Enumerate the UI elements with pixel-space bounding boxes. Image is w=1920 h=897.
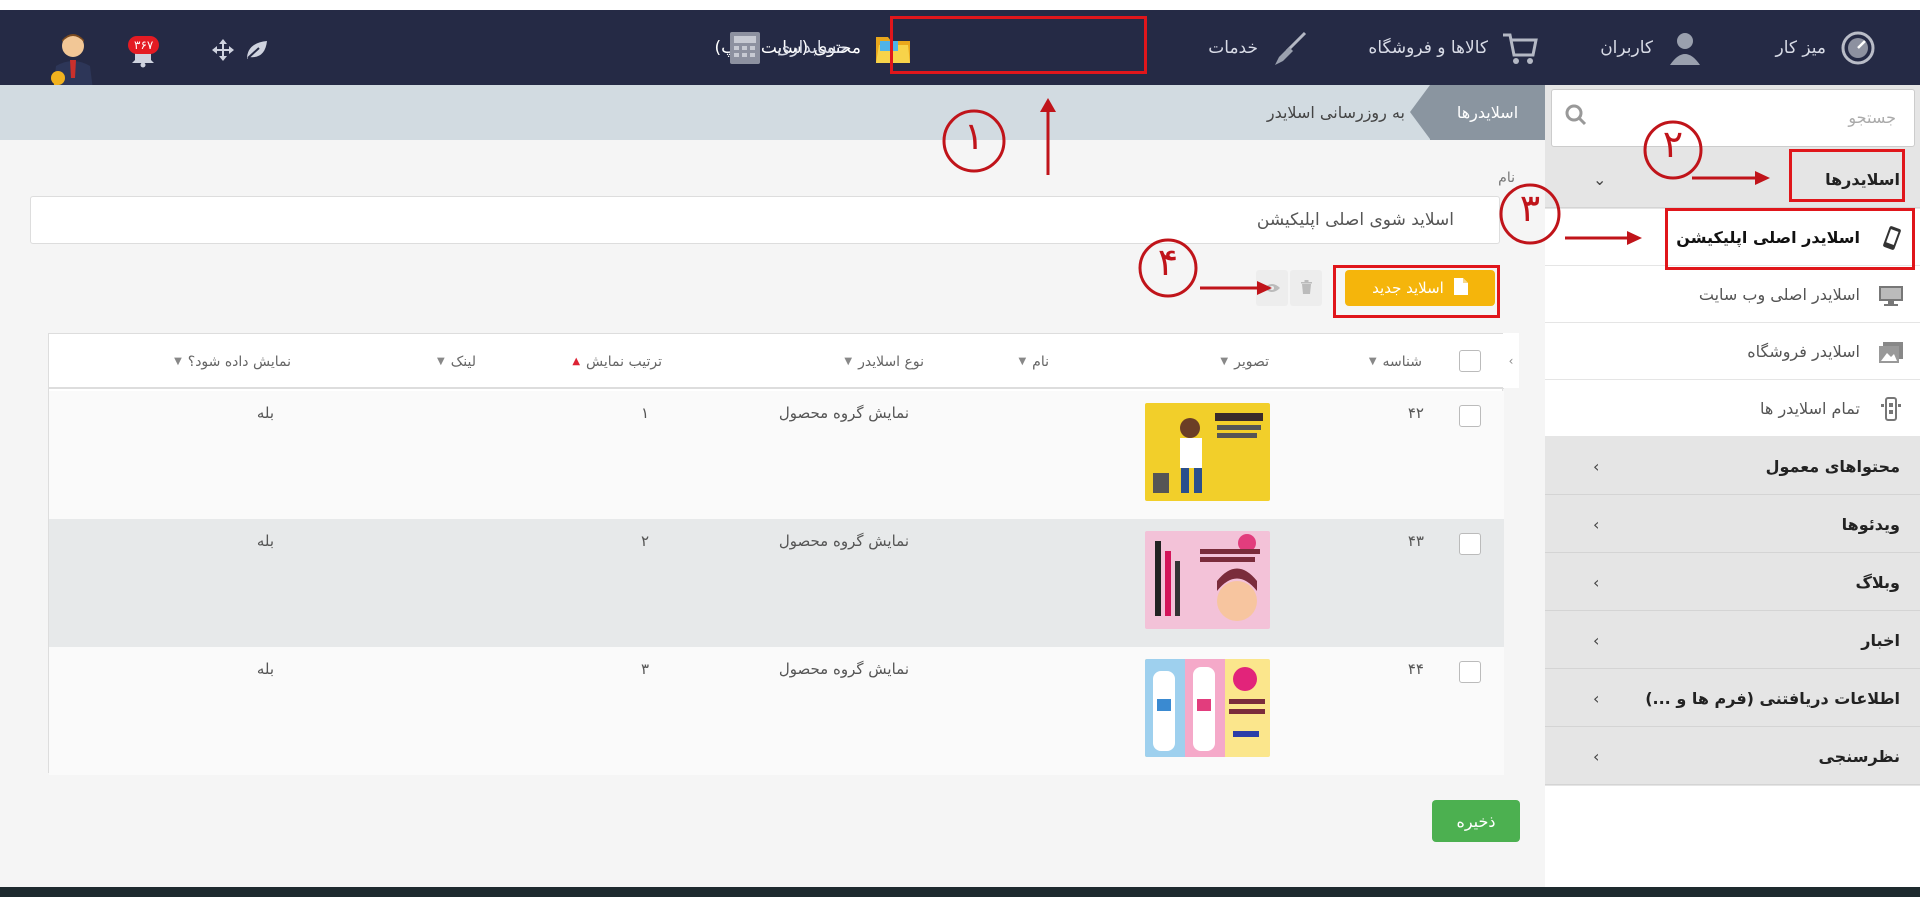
- bottom-bar: [0, 887, 1920, 897]
- annotation-number-3: ٣: [1519, 186, 1541, 230]
- annotation-number-1: ١: [963, 114, 985, 158]
- annotation-number-2: ٢: [1662, 122, 1684, 166]
- annotation-number-4: ۴: [1157, 240, 1179, 284]
